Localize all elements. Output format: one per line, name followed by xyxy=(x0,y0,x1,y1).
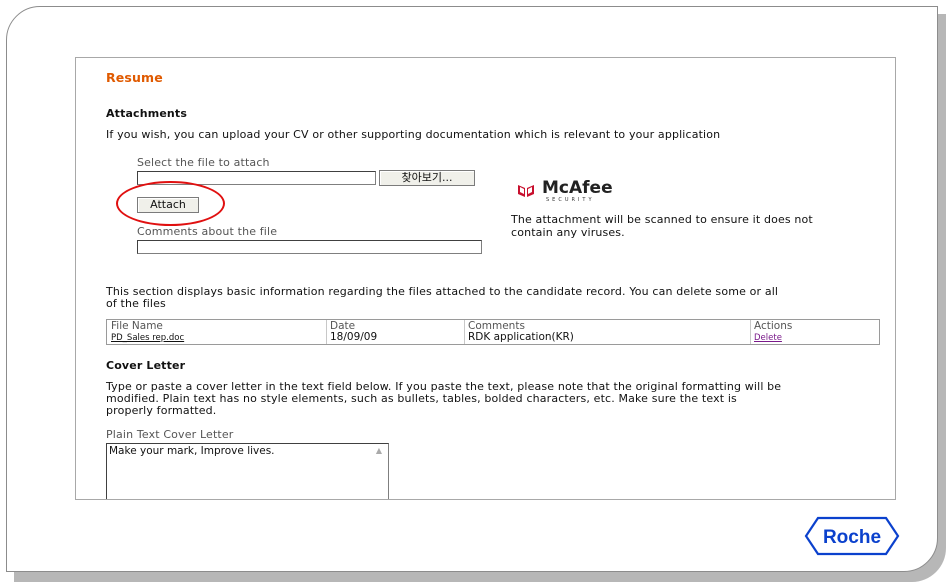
cover-letter-textarea[interactable]: Make your mark, Improve lives. ▲ xyxy=(106,443,389,499)
mcafee-note-line1: The attachment will be scanned to ensure… xyxy=(511,213,813,226)
mcafee-logo-icon xyxy=(518,185,534,197)
resume-form-screenshot: Resume Attachments If you wish, you can … xyxy=(75,57,896,500)
cover-letter-para-line3: properly formatted. xyxy=(106,404,217,417)
comments-label: Comments about the file xyxy=(137,225,278,238)
file-date: 18/09/09 xyxy=(330,331,378,343)
attachments-heading: Attachments xyxy=(106,107,188,120)
page-title: Resume xyxy=(106,70,163,85)
files-table: File Name PD_Sales rep.doc Date 18/09/09… xyxy=(106,319,880,345)
col-file-name: File Name PD_Sales rep.doc xyxy=(107,320,327,344)
col-comments: Comments RDK application(KR) xyxy=(465,320,751,344)
mcafee-name: McAfee xyxy=(542,178,613,198)
col-actions: Actions Delete xyxy=(751,320,879,344)
cover-letter-text: Make your mark, Improve lives. xyxy=(109,445,275,457)
attach-highlight-circle xyxy=(116,181,225,226)
attachments-intro: If you wish, you can upload your CV or o… xyxy=(106,128,721,141)
files-info-line2: of the files xyxy=(106,297,166,310)
files-info-line1: This section displays basic information … xyxy=(106,285,779,298)
col-date: Date 18/09/09 xyxy=(327,320,465,344)
delete-link[interactable]: Delete xyxy=(754,333,782,343)
mcafee-sub: SECURITY xyxy=(546,197,595,203)
plain-text-label: Plain Text Cover Letter xyxy=(106,428,234,441)
comments-input[interactable] xyxy=(137,240,482,254)
roche-logo: Roche xyxy=(804,516,900,556)
roche-logo-text: Roche xyxy=(823,527,881,548)
col-header-file-name: File Name xyxy=(111,320,163,332)
select-file-label: Select the file to attach xyxy=(137,156,270,169)
scroll-up-arrow-icon[interactable]: ▲ xyxy=(372,446,386,456)
file-comments: RDK application(KR) xyxy=(468,331,574,343)
mcafee-note-line2: contain any viruses. xyxy=(511,226,625,239)
file-name-link[interactable]: PD_Sales rep.doc xyxy=(111,333,184,343)
cover-letter-heading: Cover Letter xyxy=(106,359,186,372)
col-header-actions: Actions xyxy=(754,320,793,332)
browse-button[interactable]: 찾아보기... xyxy=(379,170,475,186)
